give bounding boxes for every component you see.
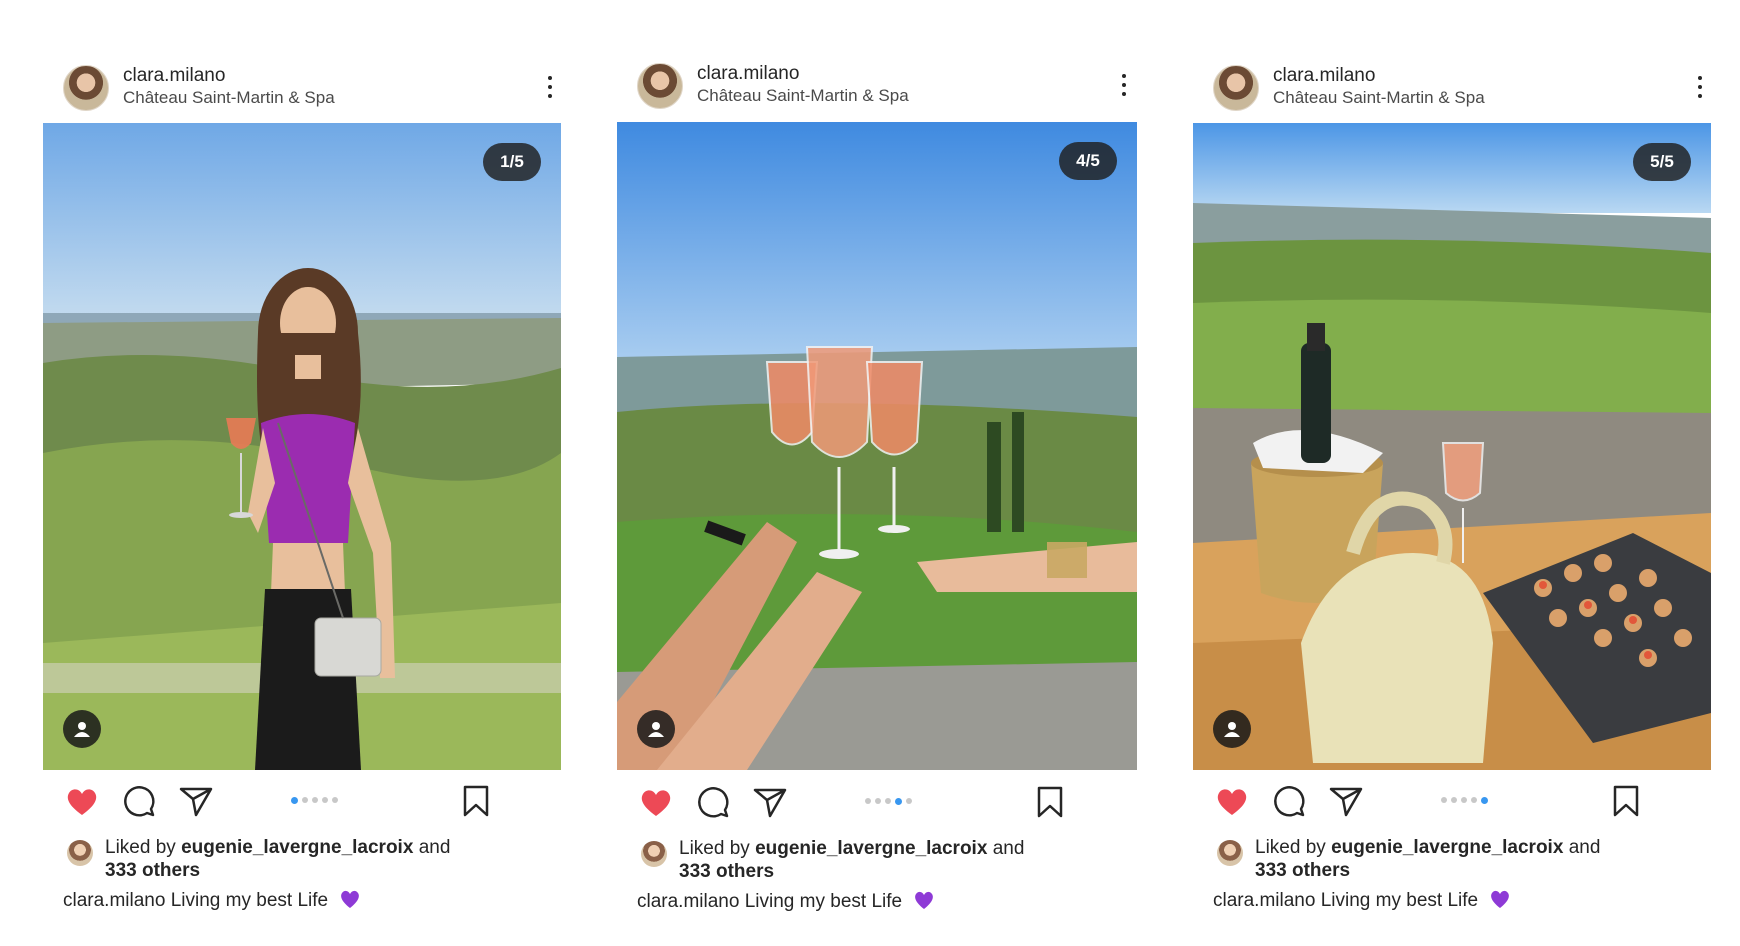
liker-username[interactable]: eugenie_lavergne_lacroix <box>181 837 413 858</box>
post-card-1: clara.milano Château Saint-Martin & Spa <box>43 0 563 946</box>
likes-count[interactable]: 333 others <box>679 861 774 882</box>
post-card-2: clara.milano Château Saint-Martin & Spa <box>617 0 1137 946</box>
caption-text: Living my best Life <box>1320 890 1479 911</box>
post-header: clara.milano Château Saint-Martin & Spa <box>1213 63 1713 113</box>
comment-icon <box>698 787 729 818</box>
post-header: clara.milano Château Saint-Martin & Spa <box>637 61 1137 111</box>
comment-button[interactable] <box>694 783 732 821</box>
send-icon <box>1329 787 1363 817</box>
comment-icon <box>124 786 155 817</box>
likes-count[interactable]: 333 others <box>105 860 200 881</box>
user-tag-icon[interactable] <box>637 710 675 748</box>
bookmark-icon <box>463 785 489 817</box>
save-button[interactable] <box>1607 782 1645 820</box>
share-button[interactable] <box>751 783 789 821</box>
photo-champagne-toast <box>617 122 1137 770</box>
save-button[interactable] <box>1031 783 1069 821</box>
post-card-3: clara.milano Château Saint-Martin & Spa <box>1193 0 1713 946</box>
purple-heart-emoji-icon <box>1491 890 1510 908</box>
liked-by-prefix: Liked by <box>105 837 176 858</box>
carousel-counter: 5/5 <box>1633 143 1691 181</box>
carousel-dots <box>1441 796 1488 804</box>
post-photo[interactable]: 1/5 <box>43 123 561 770</box>
comment-icon <box>1274 786 1305 817</box>
post-photo[interactable]: 5/5 <box>1193 123 1711 770</box>
likes-count[interactable]: 333 others <box>1255 860 1350 881</box>
send-icon <box>179 787 213 817</box>
carousel-counter: 4/5 <box>1059 142 1117 180</box>
liker-username[interactable]: eugenie_lavergne_lacroix <box>1331 837 1563 858</box>
heart-icon <box>67 789 97 815</box>
comment-button[interactable] <box>120 782 158 820</box>
share-button[interactable] <box>1327 782 1365 820</box>
avatar[interactable] <box>63 65 109 111</box>
caption-username[interactable]: clara.milano <box>637 891 739 912</box>
like-button[interactable] <box>1213 782 1251 820</box>
more-options-icon[interactable] <box>545 73 555 101</box>
heart-icon <box>1217 789 1247 815</box>
post-actions <box>63 782 553 822</box>
location-link[interactable]: Château Saint-Martin & Spa <box>1273 88 1485 108</box>
liked-by-and: and <box>992 838 1025 859</box>
like-button[interactable] <box>63 782 101 820</box>
bookmark-icon <box>1037 786 1063 818</box>
liker-username[interactable]: eugenie_lavergne_lacroix <box>755 838 987 859</box>
send-icon <box>753 788 787 818</box>
liked-by-prefix: Liked by <box>1255 837 1326 858</box>
post-caption: clara.milano Living my best Life <box>1213 889 1511 912</box>
username[interactable]: clara.milano <box>697 63 799 85</box>
more-options-icon[interactable] <box>1695 73 1705 101</box>
post-actions <box>637 783 1127 823</box>
user-tag-icon[interactable] <box>63 710 101 748</box>
avatar[interactable] <box>1213 65 1259 111</box>
post-caption: clara.milano Living my best Life <box>637 890 935 913</box>
location-link[interactable]: Château Saint-Martin & Spa <box>123 88 335 108</box>
liked-by-and: and <box>1568 837 1601 858</box>
carousel-dots <box>865 797 912 805</box>
caption-text: Living my best Life <box>744 891 903 912</box>
more-options-icon[interactable] <box>1119 71 1129 99</box>
share-button[interactable] <box>177 782 215 820</box>
liked-by-and: and <box>418 837 451 858</box>
liker-avatar[interactable] <box>641 841 667 867</box>
like-button[interactable] <box>637 783 675 821</box>
liker-avatar[interactable] <box>1217 840 1243 866</box>
username[interactable]: clara.milano <box>1273 65 1375 87</box>
photo-woman-with-wine <box>43 123 561 770</box>
location-link[interactable]: Château Saint-Martin & Spa <box>697 86 909 106</box>
liker-avatar[interactable] <box>67 840 93 866</box>
user-tag-icon[interactable] <box>1213 710 1251 748</box>
purple-heart-emoji-icon <box>915 891 934 909</box>
carousel-dots <box>291 796 338 804</box>
comment-button[interactable] <box>1270 782 1308 820</box>
photo-picnic-table <box>1193 123 1711 770</box>
post-photo[interactable]: 4/5 <box>617 122 1137 770</box>
username[interactable]: clara.milano <box>123 65 225 87</box>
purple-heart-emoji-icon <box>341 890 360 908</box>
carousel-counter: 1/5 <box>483 143 541 181</box>
post-caption: clara.milano Living my best Life <box>63 889 361 912</box>
caption-text: Living my best Life <box>170 890 329 911</box>
bookmark-icon <box>1613 785 1639 817</box>
save-button[interactable] <box>457 782 495 820</box>
post-actions <box>1213 782 1703 822</box>
liked-by-prefix: Liked by <box>679 838 750 859</box>
caption-username[interactable]: clara.milano <box>1213 890 1315 911</box>
avatar[interactable] <box>637 63 683 109</box>
caption-username[interactable]: clara.milano <box>63 890 165 911</box>
post-header: clara.milano Château Saint-Martin & Spa <box>63 63 563 113</box>
heart-icon <box>641 790 671 816</box>
